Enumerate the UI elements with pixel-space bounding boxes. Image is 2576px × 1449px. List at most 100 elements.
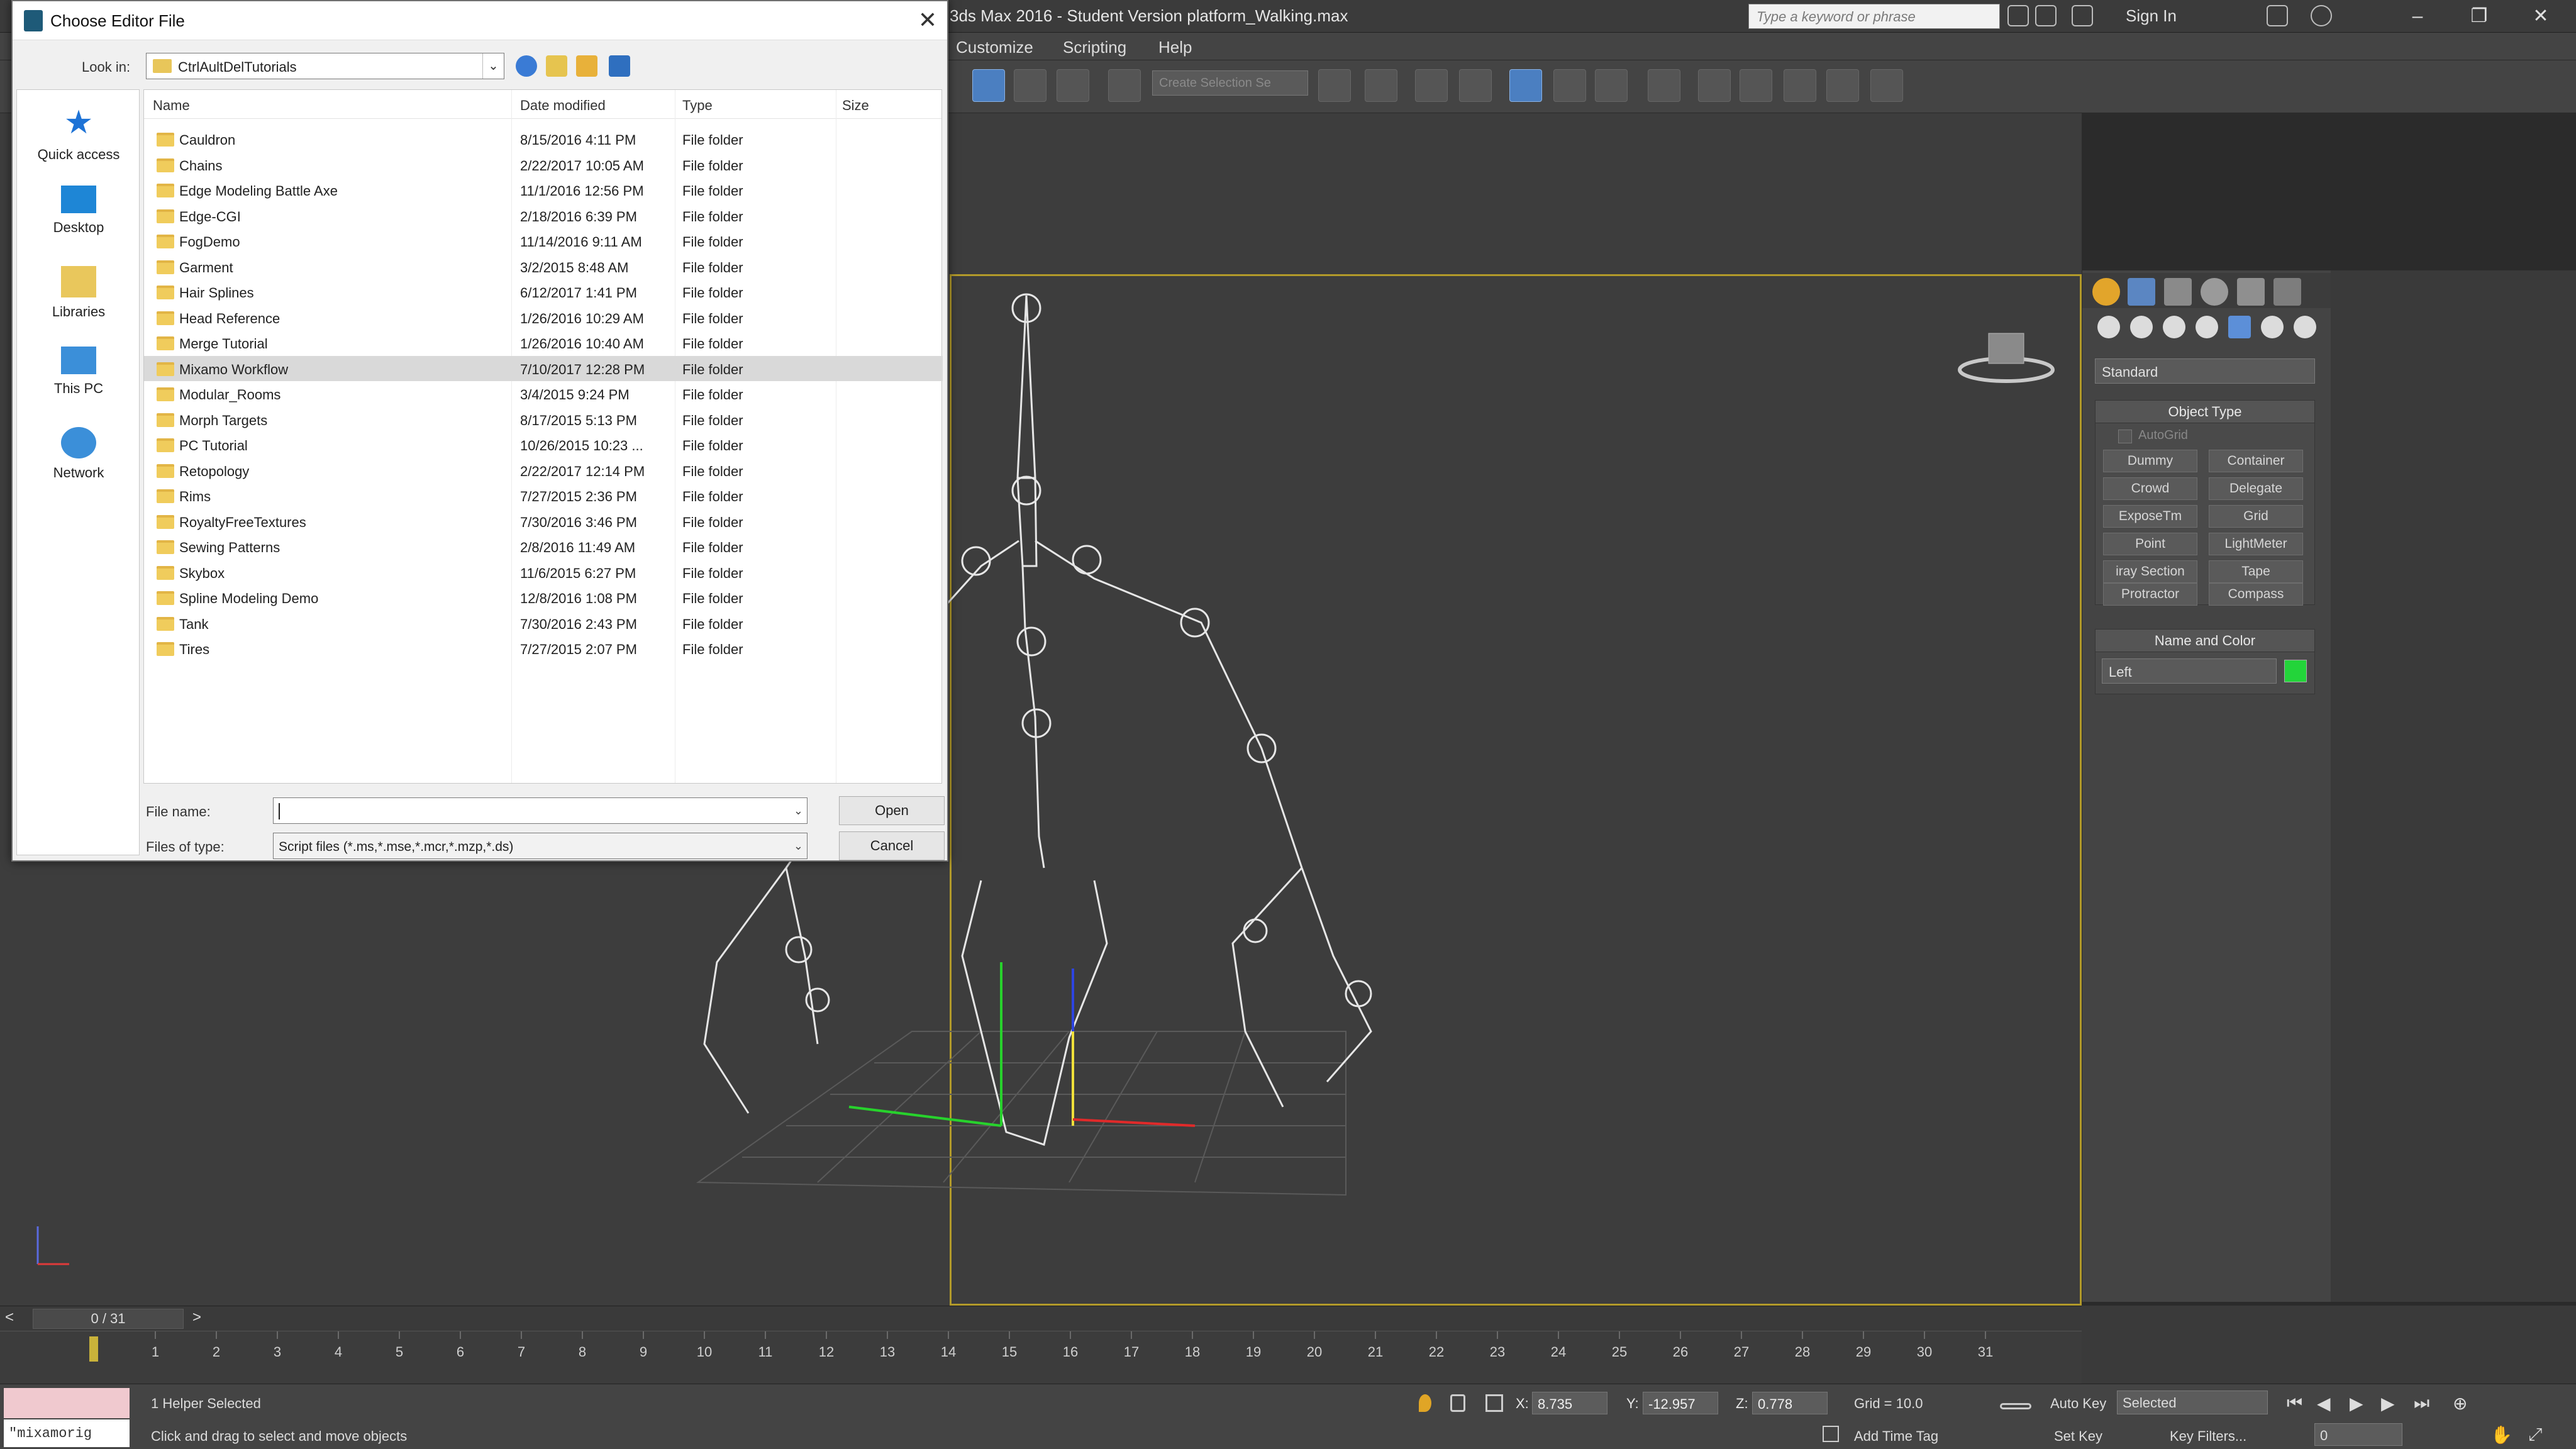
viewcube-icon[interactable]	[1956, 327, 2057, 390]
space-warps-icon[interactable]	[2261, 316, 2284, 338]
menu-customize[interactable]: Customize	[956, 38, 1033, 57]
maximize-viewport-icon[interactable]: ⤢	[2528, 1424, 2542, 1445]
current-frame-field[interactable]: 0	[2314, 1423, 2402, 1446]
look-in-dropdown[interactable]: CtrlAultDelTutorials ⌄	[146, 53, 504, 79]
track-bar[interactable]: 1 2 3 4 5 6 7 8 9 10 11 12 13 14 15 16 17 18 19 20 21 22 23 24 2…	[0, 1331, 2082, 1384]
hierarchy-tab-icon[interactable]	[2164, 278, 2192, 306]
frame-counter[interactable]: 0 / 31	[33, 1309, 184, 1329]
star-icon[interactable]	[2072, 5, 2093, 26]
schematic-view-icon[interactable]	[1595, 69, 1628, 102]
layer-explorer-icon[interactable]	[1415, 69, 1448, 102]
key-filters-button[interactable]: Key Filters...	[2170, 1428, 2246, 1445]
exposetm-button[interactable]: ExposeTm	[2103, 505, 2197, 528]
selection-set-dropdown[interactable]: Create Selection Se	[1152, 70, 1308, 96]
compass-button[interactable]: Compass	[2209, 583, 2303, 606]
file-name-input[interactable]: ⌄	[273, 797, 808, 824]
object-type-title[interactable]: Object Type	[2096, 401, 2314, 423]
help-icon[interactable]	[2311, 5, 2332, 26]
column-name[interactable]: Name	[153, 97, 190, 114]
dummy-button[interactable]: Dummy	[2103, 450, 2197, 472]
file-row[interactable]: Edge-CGI 2/18/2016 6:39 PM File folder	[144, 203, 943, 228]
lock-icon[interactable]	[1450, 1394, 1465, 1412]
file-row[interactable]: Rims 7/27/2015 2:36 PM File folder	[144, 483, 943, 508]
x-coordinate-field[interactable]: 8.735	[1532, 1392, 1607, 1414]
percent-snap-icon[interactable]	[1057, 69, 1089, 102]
rendered-frame-icon[interactable]	[1740, 69, 1772, 102]
file-row[interactable]: Retopology 2/22/2017 12:14 PM File folder	[144, 458, 943, 483]
create-tab-icon[interactable]	[2092, 278, 2120, 306]
file-row[interactable]: Chains 2/22/2017 10:05 AM File folder	[144, 152, 943, 177]
file-row[interactable]: Skybox 11/6/2015 6:27 PM File folder	[144, 560, 943, 585]
file-row[interactable]: Modular_Rooms 3/4/2015 9:24 PM File folder	[144, 381, 943, 406]
protractor-button[interactable]: Protractor	[2103, 583, 2197, 606]
minimize-icon[interactable]: –	[2404, 3, 2431, 30]
viewport-area-upper[interactable]	[950, 113, 2082, 274]
back-icon[interactable]	[516, 55, 537, 77]
render-icon[interactable]	[1784, 69, 1816, 102]
exchange-icon[interactable]	[2267, 5, 2288, 26]
lightmeter-button[interactable]: LightMeter	[2209, 533, 2303, 555]
a360-icon[interactable]	[1870, 69, 1903, 102]
dialog-close-icon[interactable]: ✕	[913, 6, 942, 35]
file-row[interactable]: Cauldron 8/15/2016 4:11 PM File folder	[144, 126, 943, 152]
place-desktop[interactable]: Desktop	[17, 186, 140, 236]
systems-icon[interactable]	[2294, 316, 2316, 338]
selection-dropdown[interactable]: Selected	[2117, 1391, 2268, 1414]
maxscript-listener-input[interactable]	[4, 1388, 130, 1418]
file-row[interactable]: Garment 3/2/2015 8:48 AM File folder	[144, 254, 943, 279]
utilities-tab-icon[interactable]	[2273, 278, 2301, 306]
file-row[interactable]: Mixamo Workflow 7/10/2017 12:28 PM File fo…	[144, 355, 943, 381]
ribbon-icon[interactable]	[1509, 69, 1542, 102]
crowd-button[interactable]: Crowd	[2103, 477, 2197, 500]
place-libraries[interactable]: Libraries	[17, 266, 140, 320]
menu-scripting[interactable]: Scripting	[1063, 38, 1126, 57]
binoculars-icon[interactable]	[2007, 5, 2029, 26]
file-row[interactable]: Sewing Patterns 2/8/2016 11:49 AM File fol…	[144, 534, 943, 559]
helpers-icon[interactable]	[2228, 316, 2251, 338]
container-button[interactable]: Container	[2209, 450, 2303, 472]
isolate-icon[interactable]	[1419, 1394, 1431, 1412]
menu-help[interactable]: Help	[1158, 38, 1192, 57]
geometry-icon[interactable]	[2097, 316, 2120, 338]
time-tag-icon[interactable]	[1823, 1426, 1839, 1442]
autogrid-checkbox[interactable]	[2118, 430, 2132, 443]
file-row[interactable]: Head Reference 1/26/2016 10:29 AM File fol…	[144, 305, 943, 330]
time-slider-handle[interactable]	[89, 1336, 98, 1362]
search-input[interactable]: Type a keyword or phrase	[1748, 4, 2000, 29]
key-icon[interactable]	[2000, 1403, 2031, 1409]
name-and-color-title[interactable]: Name and Color	[2096, 630, 2314, 652]
cancel-button[interactable]: Cancel	[839, 831, 945, 860]
place-this-pc[interactable]: This PC	[17, 347, 140, 397]
material-editor-icon[interactable]	[1648, 69, 1680, 102]
render-setup-icon[interactable]	[1698, 69, 1731, 102]
auto-key-button[interactable]: Auto Key	[2050, 1396, 2106, 1412]
time-slider[interactable]: < 0 / 31 >	[0, 1306, 2082, 1331]
file-row[interactable]: Spline Modeling Demo 12/8/2016 1:08 PM Fil…	[144, 585, 943, 610]
place-network[interactable]: Network	[17, 427, 140, 481]
place-quick-access[interactable]: ★ Quick access	[17, 105, 140, 163]
iray-section-button[interactable]: iray Section	[2103, 560, 2197, 583]
file-row[interactable]: Morph Targets 8/17/2015 5:13 PM File folde…	[144, 407, 943, 432]
motion-tab-icon[interactable]	[2201, 278, 2228, 306]
maxscript-listener-output[interactable]: "mixamorig	[4, 1419, 130, 1447]
mirror-icon[interactable]	[1318, 69, 1351, 102]
z-coordinate-field[interactable]: 0.778	[1752, 1392, 1828, 1414]
file-row[interactable]: RoyaltyFreeTextures 7/30/2016 3:46 PM File…	[144, 509, 943, 534]
angle-snap-icon[interactable]	[1014, 69, 1046, 102]
files-of-type-dropdown[interactable]: Script files (*.ms,*.mse,*.mcr,*.mzp,*.d…	[273, 833, 808, 859]
subscription-icon[interactable]	[2035, 5, 2057, 26]
zoom-icon[interactable]: ⊕	[2453, 1393, 2467, 1414]
column-type[interactable]: Type	[682, 97, 713, 114]
go-to-start-icon[interactable]: ⏮	[2287, 1393, 2302, 1414]
chevron-down-icon[interactable]: ⌄	[794, 840, 803, 853]
up-folder-icon[interactable]	[546, 55, 567, 77]
file-row[interactable]: FogDemo 11/14/2016 9:11 AM File folder	[144, 228, 943, 253]
active-viewport[interactable]	[950, 274, 2082, 1306]
y-coordinate-field[interactable]: -12.957	[1643, 1392, 1718, 1414]
helper-type-dropdown[interactable]: Standard	[2095, 358, 2315, 384]
prev-frame-icon[interactable]: <	[5, 1309, 14, 1326]
file-row[interactable]: Edge Modeling Battle Axe 11/1/2016 12:56 …	[144, 177, 943, 203]
chevron-down-icon[interactable]: ⌄	[482, 53, 504, 79]
file-row[interactable]: Tires 7/27/2015 2:07 PM File folder	[144, 636, 943, 661]
point-button[interactable]: Point	[2103, 533, 2197, 555]
